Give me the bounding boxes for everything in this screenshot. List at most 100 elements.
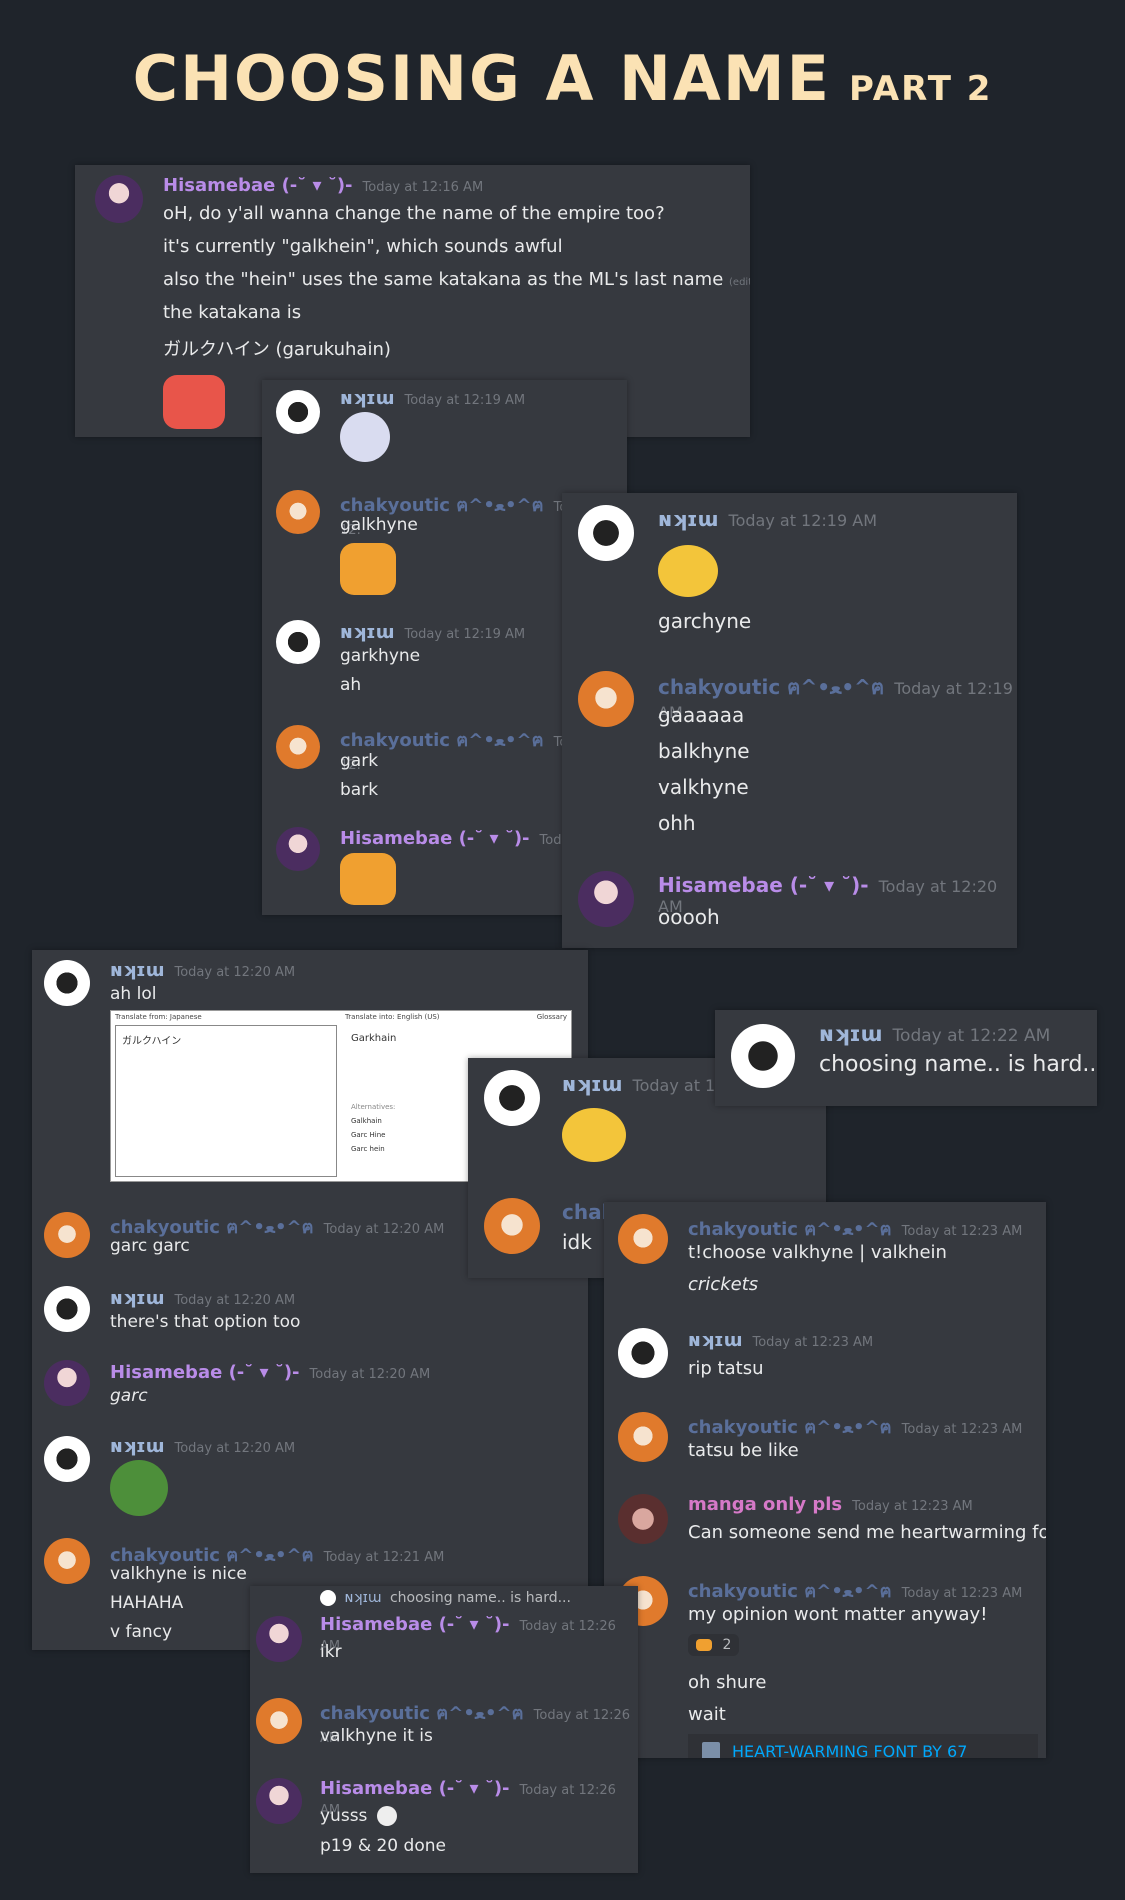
message-text-content: yusss	[320, 1806, 368, 1826]
username[interactable]: Hisamebae (-˘ ▾ ˘)-	[110, 1362, 300, 1383]
message-text: gaaaaaa	[658, 703, 745, 727]
timestamp: Today at 12:23 AM	[901, 1224, 1023, 1239]
message-text: valkhyne it is	[320, 1726, 433, 1746]
avatar[interactable]	[618, 1328, 668, 1378]
chat-panel-8: ɴʞɪɯ choosing name.. is hard... Hisameba…	[250, 1586, 638, 1873]
avatar[interactable]	[618, 1412, 668, 1462]
bread-reaction-icon	[696, 1639, 712, 1651]
message-text: p19 & 20 done	[320, 1836, 446, 1856]
avatar[interactable]	[256, 1616, 302, 1662]
anxious-sweat-emoji-icon	[562, 1108, 626, 1162]
reply-preview[interactable]: ɴʞɪɯ choosing name.. is hard...	[320, 1590, 571, 1606]
message-text: valkhyne is nice	[110, 1564, 247, 1584]
username[interactable]: chakyoutic ฅ^•ﻌ•^ฅ	[110, 1545, 314, 1566]
username[interactable]: chakyoutic ฅ^•ﻌ•^ฅ	[110, 1217, 314, 1238]
username[interactable]: chakyoutic ฅ^•ﻌ•^ฅ	[340, 730, 544, 751]
timestamp: Today at 12:20 AM	[309, 1367, 431, 1382]
avatar[interactable]	[276, 827, 320, 871]
username[interactable]: chakyoutic ฅ^•ﻌ•^ฅ	[658, 675, 884, 699]
message-text: ooooh	[658, 905, 720, 929]
username[interactable]: ɴʞɪɯ	[340, 388, 394, 409]
username[interactable]: Hisamebae (-˘ ▾ ˘)-	[658, 873, 869, 897]
username[interactable]: chakyoutic ฅ^•ﻌ•^ฅ	[688, 1581, 892, 1602]
timestamp: Today at 12:19 AM	[404, 393, 526, 408]
username[interactable]: ɴʞɪɯ	[658, 507, 719, 531]
username[interactable]: Hisamebae (-˘ ▾ ˘)-	[320, 1778, 510, 1799]
file-icon	[702, 1742, 720, 1758]
avatar[interactable]	[95, 175, 143, 223]
reaction-button[interactable]: 2	[688, 1634, 740, 1656]
avatar[interactable]	[731, 1024, 795, 1088]
laughing-crying-emoji-icon	[658, 545, 718, 597]
message-text: rip tatsu	[688, 1358, 764, 1379]
avatar[interactable]	[44, 1360, 90, 1406]
message-text: t!choose valkhyne | valkhein	[688, 1242, 947, 1263]
bread-emoji-icon	[340, 853, 396, 905]
comic-title: CHOOSING A NAME PART 2	[0, 42, 1125, 115]
timestamp: Today at 12:20 AM	[323, 1222, 445, 1237]
username[interactable]: chakyoutic ฅ^•ﻌ•^ฅ	[688, 1219, 892, 1240]
username[interactable]: ɴʞɪɯ	[819, 1022, 883, 1046]
reply-username: ɴʞɪɯ	[344, 1590, 382, 1606]
message-text: oh shure	[688, 1672, 767, 1693]
username[interactable]: ɴʞɪɯ	[110, 1436, 164, 1457]
attachment-link[interactable]: HEART-WARMING FONT BY 67	[732, 1742, 967, 1758]
message-text: garkhyne	[340, 646, 421, 666]
chat-panel-3: ɴʞɪɯ Today at 12:19 AM garchyne chakyouti…	[562, 493, 1017, 948]
avatar[interactable]	[44, 1286, 90, 1332]
avatar[interactable]	[276, 490, 320, 534]
username[interactable]: ɴʞɪɯ	[110, 1288, 164, 1309]
avatar[interactable]	[276, 725, 320, 769]
message-text: garc	[110, 1386, 148, 1406]
username[interactable]: ɴʞɪɯ	[340, 622, 394, 643]
bread-emoji-icon	[340, 543, 396, 595]
message-text: Can someone send me heartwarming font?	[688, 1522, 1046, 1543]
avatar[interactable]	[44, 1212, 90, 1258]
avatar[interactable]	[256, 1778, 302, 1824]
username[interactable]: ɴʞɪɯ	[562, 1072, 623, 1096]
avatar[interactable]	[44, 1436, 90, 1482]
source-textbox[interactable]: ガルクハイン	[115, 1025, 337, 1177]
avatar[interactable]	[484, 1070, 540, 1126]
avatar[interactable]	[276, 620, 320, 664]
avatar[interactable]	[276, 390, 320, 434]
avatar[interactable]	[578, 505, 634, 561]
timestamp: Today at 12:23 AM	[752, 1335, 874, 1350]
username[interactable]: Hisamebae (-˘ ▾ ˘)-	[320, 1614, 510, 1635]
username[interactable]: ɴʞɪɯ	[110, 960, 164, 981]
avatar[interactable]	[578, 671, 634, 727]
message-text: HAHAHA	[110, 1593, 184, 1613]
avatar[interactable]	[578, 871, 634, 927]
timestamp: Today at 12:19 AM	[728, 511, 877, 530]
output-text: Garkhain	[351, 1033, 397, 1044]
avatar[interactable]	[618, 1494, 668, 1544]
avatar[interactable]	[44, 1538, 90, 1584]
username[interactable]: ɴʞɪɯ	[688, 1330, 742, 1351]
username[interactable]: Hisamebae (-˘ ▾ ˘)-	[163, 175, 353, 196]
avatar[interactable]	[256, 1698, 302, 1744]
timestamp: Today at 12:20 AM	[174, 965, 296, 980]
message-text: wait	[688, 1704, 726, 1725]
glossary-label: Glossary	[536, 1013, 567, 1021]
username[interactable]: chakyoutic ฅ^•ﻌ•^ฅ	[688, 1417, 892, 1438]
alternative-item: Galkhain	[351, 1117, 382, 1125]
timestamp: Today at 12:19 AM	[404, 627, 526, 642]
anime-girl-emoji-icon	[340, 412, 390, 462]
attachment-embed[interactable]: HEART-WARMING FONT BY 67	[688, 1734, 1038, 1758]
translate-to-label: Translate into: English (US)	[345, 1013, 440, 1021]
timestamp: Today at 12:21 AM	[323, 1550, 445, 1565]
alternatives-label: Alternatives:	[351, 1103, 396, 1111]
surprised-emoji-icon	[163, 375, 225, 429]
username[interactable]: chakyoutic ฅ^•ﻌ•^ฅ	[320, 1703, 524, 1724]
username[interactable]: chakyoutic ฅ^•ﻌ•^ฅ	[340, 495, 544, 516]
avatar[interactable]	[618, 1214, 668, 1264]
username[interactable]: manga only pls	[688, 1494, 842, 1515]
chat-panel-4: ɴʞɪɯ Today at 12:20 AM ah lol Translate f…	[32, 950, 588, 1650]
avatar[interactable]	[484, 1198, 540, 1254]
message-text: yusss	[320, 1806, 397, 1826]
title-sub: PART 2	[848, 69, 993, 109]
pepe-emoji-icon	[110, 1460, 168, 1516]
message-text-content: also the "hein" uses the same katakana a…	[163, 269, 724, 290]
username[interactable]: Hisamebae (-˘ ▾ ˘)-	[340, 828, 530, 849]
avatar[interactable]	[44, 960, 90, 1006]
